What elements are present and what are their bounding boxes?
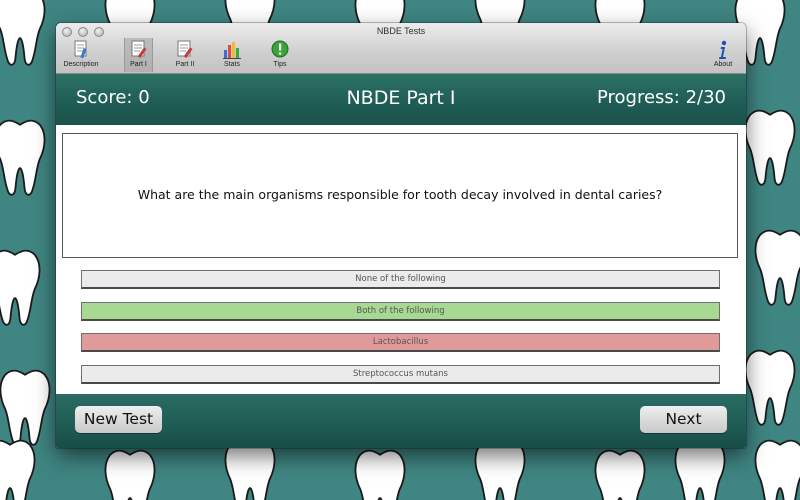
tooth-pattern-icon [0, 369, 51, 446]
tooth-pattern-icon [0, 439, 36, 500]
tooth-pattern-icon [754, 229, 800, 306]
tooth-pattern-icon [0, 249, 41, 326]
quiz-header: Score: 0 NBDE Part I Progress: 2/30 [56, 74, 746, 125]
toolbar-part-two-label: Part II [175, 61, 195, 68]
tooth-pattern-icon [0, 119, 46, 196]
description-icon [74, 40, 87, 59]
toolbar-part-one[interactable]: Part I [124, 38, 153, 72]
toolbar-stats-label: Stats [224, 61, 240, 68]
toolbar-about[interactable]: About [703, 38, 743, 72]
tooth-pattern-icon [0, 0, 46, 66]
answer-option[interactable]: Lactobacillus [81, 333, 720, 352]
quiz-content: What are the main organisms responsible … [56, 125, 746, 395]
about-icon [719, 40, 727, 59]
toolbar-tips[interactable]: Tips [255, 38, 305, 72]
app-window: NBDE Tests Description Part I Part II St… [56, 23, 746, 448]
window-title: NBDE Tests [376, 26, 426, 36]
toolbar-description-label: Description [63, 61, 99, 68]
toolbar-part-one-label: Part I [130, 61, 147, 68]
question-text: What are the main organisms responsible … [137, 187, 663, 202]
toolbar-stats[interactable]: Stats [207, 38, 257, 72]
answer-option[interactable]: Streptococcus mutans [81, 365, 720, 384]
tooth-pattern-icon [224, 439, 276, 500]
part-two-icon [177, 40, 193, 59]
tooth-pattern-icon [354, 449, 406, 500]
tooth-pattern-icon [744, 109, 796, 186]
toolbar-description[interactable]: Description [56, 38, 106, 72]
tooth-pattern-icon [754, 439, 800, 500]
toolbar-part-two[interactable]: Part II [160, 38, 210, 72]
toolbar-about-label: About [713, 61, 733, 68]
question-box: What are the main organisms responsible … [62, 133, 738, 258]
tooth-pattern-icon [104, 449, 156, 500]
progress-label: Progress: 2/30 [596, 87, 726, 108]
quiz-footer: New Test Next [56, 394, 746, 448]
toolbar-tips-label: Tips [273, 61, 287, 68]
part-one-icon [131, 40, 147, 59]
tips-icon [271, 40, 289, 58]
stats-icon [223, 42, 241, 59]
answer-option[interactable]: None of the following [81, 270, 720, 289]
tooth-pattern-icon [674, 439, 726, 500]
title-bar: NBDE Tests Description Part I Part II St… [56, 23, 746, 74]
answer-option[interactable]: Both of the following [81, 302, 720, 321]
tooth-pattern-icon [594, 449, 646, 500]
next-button[interactable]: Next [640, 406, 727, 433]
tooth-pattern-icon [474, 439, 526, 500]
new-test-button[interactable]: New Test [75, 406, 162, 433]
tooth-pattern-icon [744, 349, 796, 426]
